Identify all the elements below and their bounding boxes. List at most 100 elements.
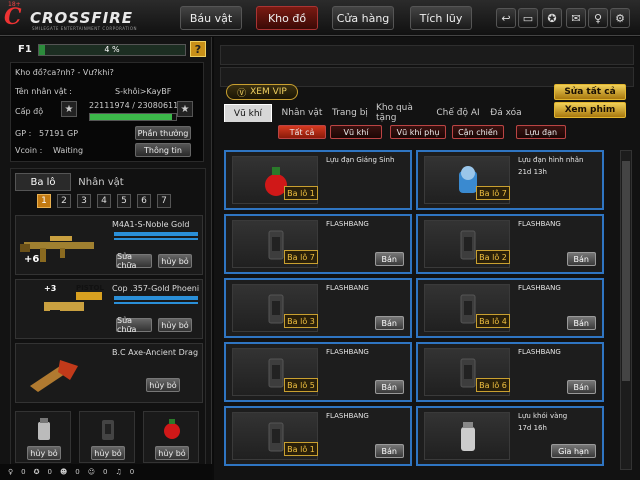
backpack-badge: Ba lô 7: [476, 186, 510, 200]
vip-icon: Ⓥ: [237, 88, 247, 99]
view-vip-button[interactable]: Ⓥ XEM VIP: [226, 84, 298, 100]
upgrade-level: +6: [24, 254, 40, 265]
cancel-button[interactable]: hủy bỏ: [27, 446, 61, 460]
filter-all[interactable]: Tất cả: [278, 125, 326, 139]
tab-weapons[interactable]: Vũ khí: [224, 104, 272, 122]
cancel-button[interactable]: hủy bỏ: [155, 446, 189, 460]
christmas-grenade-icon: [164, 419, 180, 439]
sell-button[interactable]: Bán: [374, 316, 404, 330]
bag-slot-6-button[interactable]: 6: [137, 194, 151, 208]
bag-slot-5-button[interactable]: 5: [117, 194, 131, 208]
nav-inventory-button[interactable]: Kho đồ: [256, 6, 318, 30]
item-name: FLASHBANG: [518, 348, 561, 356]
cancel-button[interactable]: hủy bỏ: [158, 254, 192, 268]
backpack-panel: Ba lô Nhân vật 1 2 3 4 5 6 7 +6 M4A1-S-N…: [10, 168, 206, 476]
tab-gift-box[interactable]: Kho quà tặng: [376, 103, 432, 123]
extend-button[interactable]: Gia hạn: [551, 444, 596, 458]
sell-button[interactable]: Bán: [566, 252, 596, 266]
upgrade-level: +3: [44, 284, 57, 293]
cancel-button[interactable]: hủy bỏ: [146, 378, 180, 392]
inventory-item-card[interactable]: FLASHBANG Ba lô 7 Bán: [224, 214, 412, 274]
durability-bar: [114, 232, 198, 236]
currency-2-value: 0: [47, 468, 52, 476]
filter-grenades[interactable]: Lựu đạn: [516, 125, 566, 139]
currency-1-icon: ♀: [8, 468, 14, 476]
bag-slot-4-button[interactable]: 4: [97, 194, 111, 208]
tab-backpack[interactable]: Ba lô: [15, 173, 71, 191]
repair-button[interactable]: Sửa chữa: [116, 252, 152, 270]
filter-sidearms[interactable]: Vũ khí phụ: [390, 125, 446, 139]
sell-button[interactable]: Bán: [374, 380, 404, 394]
sell-button[interactable]: Bán: [374, 444, 404, 458]
monitor-icon[interactable]: ▭: [518, 8, 538, 28]
reward-button[interactable]: Phần thưởng: [135, 126, 191, 140]
clan-icon[interactable]: ✪: [542, 8, 562, 28]
tab-equipment[interactable]: Trang bị: [328, 104, 372, 122]
currency-4-value: 0: [103, 468, 108, 476]
currency-4-icon: ☺: [87, 468, 96, 476]
nav-treasure-button[interactable]: Báu vật: [180, 6, 242, 30]
item-name: Lựu đạn Giáng Sinh: [326, 156, 395, 164]
inventory-item-card[interactable]: FLASHBANG Ba lô 6 Bán: [416, 342, 604, 402]
item-name: Lựu khói vàng: [518, 412, 568, 420]
backpack-badge: Ba lô 2: [476, 250, 510, 264]
name-value: S-khôi>KayBF: [115, 87, 172, 96]
sell-button[interactable]: Bán: [566, 380, 596, 394]
vcoin-label: Vcoin :: [15, 146, 43, 155]
return-icon[interactable]: ↩: [496, 8, 516, 28]
backpack-badge: Ba lô 7: [284, 250, 318, 264]
mail-icon[interactable]: ✉: [566, 8, 586, 28]
tab-ai-mode[interactable]: Chế độ AI: [434, 104, 482, 122]
logo-subtitle: SMILEGATE ENTERTAINMENT CORPORATION: [32, 26, 137, 31]
currency-1-value: 0: [21, 468, 26, 476]
gp-label: GP :: [15, 129, 32, 138]
item-name: FLASHBANG: [326, 220, 369, 228]
nav-accumulate-button[interactable]: Tích lũy: [410, 6, 472, 30]
pistol-icon: [44, 292, 102, 328]
weapon-name: M4A1-S-Noble Gold: [112, 220, 190, 229]
bag-slot-7-button[interactable]: 7: [157, 194, 171, 208]
scrollbar-thumb[interactable]: [622, 161, 630, 381]
currency-bar: ♀ 0 ✪ 0 ☻ 0 ☺ 0 ♫ 0: [0, 464, 212, 480]
tab-characters[interactable]: Nhân vật: [278, 104, 326, 122]
item-thumbnail: [424, 412, 510, 460]
help-button[interactable]: ?: [190, 41, 206, 57]
melee-weapon-slot: B.C Axe-Ancient Drag hủy bỏ: [15, 343, 203, 403]
view-video-button[interactable]: Xem phim: [554, 102, 626, 118]
repair-all-button[interactable]: Sửa tất cả: [554, 84, 626, 100]
bag-slot-3-button[interactable]: 3: [77, 194, 91, 208]
durability-bar-secondary: [114, 238, 198, 240]
vcoin-value: Waiting: [53, 146, 84, 155]
inventory-item-card[interactable]: FLASHBANG Ba lô 5 Bán: [224, 342, 412, 402]
inventory-item-card[interactable]: Lựu khói vàng 17d 16h Gia hạn: [416, 406, 604, 466]
top-bar: 18+ C CROSSFIRE SMILEGATE ENTERTAINMENT …: [0, 0, 640, 36]
inventory-item-card[interactable]: Lựu đạn Giáng Sinh Ba lô 1: [224, 150, 412, 210]
filter-melee[interactable]: Cận chiến: [452, 125, 504, 139]
bag-slot-2-button[interactable]: 2: [57, 194, 71, 208]
tab-character[interactable]: Nhân vật: [71, 173, 131, 191]
inventory-scrollbar[interactable]: [620, 150, 632, 470]
inventory-item-card[interactable]: FLASHBANG Ba lô 3 Bán: [224, 278, 412, 338]
filter-weapons[interactable]: Vũ khí: [330, 125, 382, 139]
nav-shop-button[interactable]: Cửa hàng: [332, 6, 394, 30]
inventory-item-card[interactable]: FLASHBANG Ba lô 2 Bán: [416, 214, 604, 274]
sell-button[interactable]: Bán: [566, 316, 596, 330]
info-button[interactable]: Thông tin: [135, 143, 191, 157]
tab-eraser-stone[interactable]: Đá xóa: [486, 104, 526, 122]
f1-label: F1: [18, 44, 32, 55]
cancel-button[interactable]: hủy bỏ: [158, 318, 192, 332]
currency-5-value: 0: [129, 468, 135, 476]
inventory-item-card[interactable]: FLASHBANG Ba lô 1 Bán: [224, 406, 412, 466]
sell-button[interactable]: Bán: [374, 252, 404, 266]
inventory-item-card[interactable]: Lựu đạn hình nhân 21d 13h Ba lô 7: [416, 150, 604, 210]
grenade-slot: hủy bỏ: [15, 411, 71, 463]
gear-icon[interactable]: ⚙: [610, 8, 630, 28]
repair-button[interactable]: Sửa chữa: [116, 316, 152, 334]
item-name: FLASHBANG: [326, 284, 369, 292]
backpack-badge: Ba lô 5: [284, 378, 318, 392]
pin-icon[interactable]: ♀: [588, 8, 608, 28]
cancel-button[interactable]: hủy bỏ: [91, 446, 125, 460]
bag-slot-1-button[interactable]: 1: [37, 194, 51, 208]
inventory-item-card[interactable]: FLASHBANG Ba lô 4 Bán: [416, 278, 604, 338]
special-grenade-slot: hủy bỏ: [143, 411, 199, 463]
